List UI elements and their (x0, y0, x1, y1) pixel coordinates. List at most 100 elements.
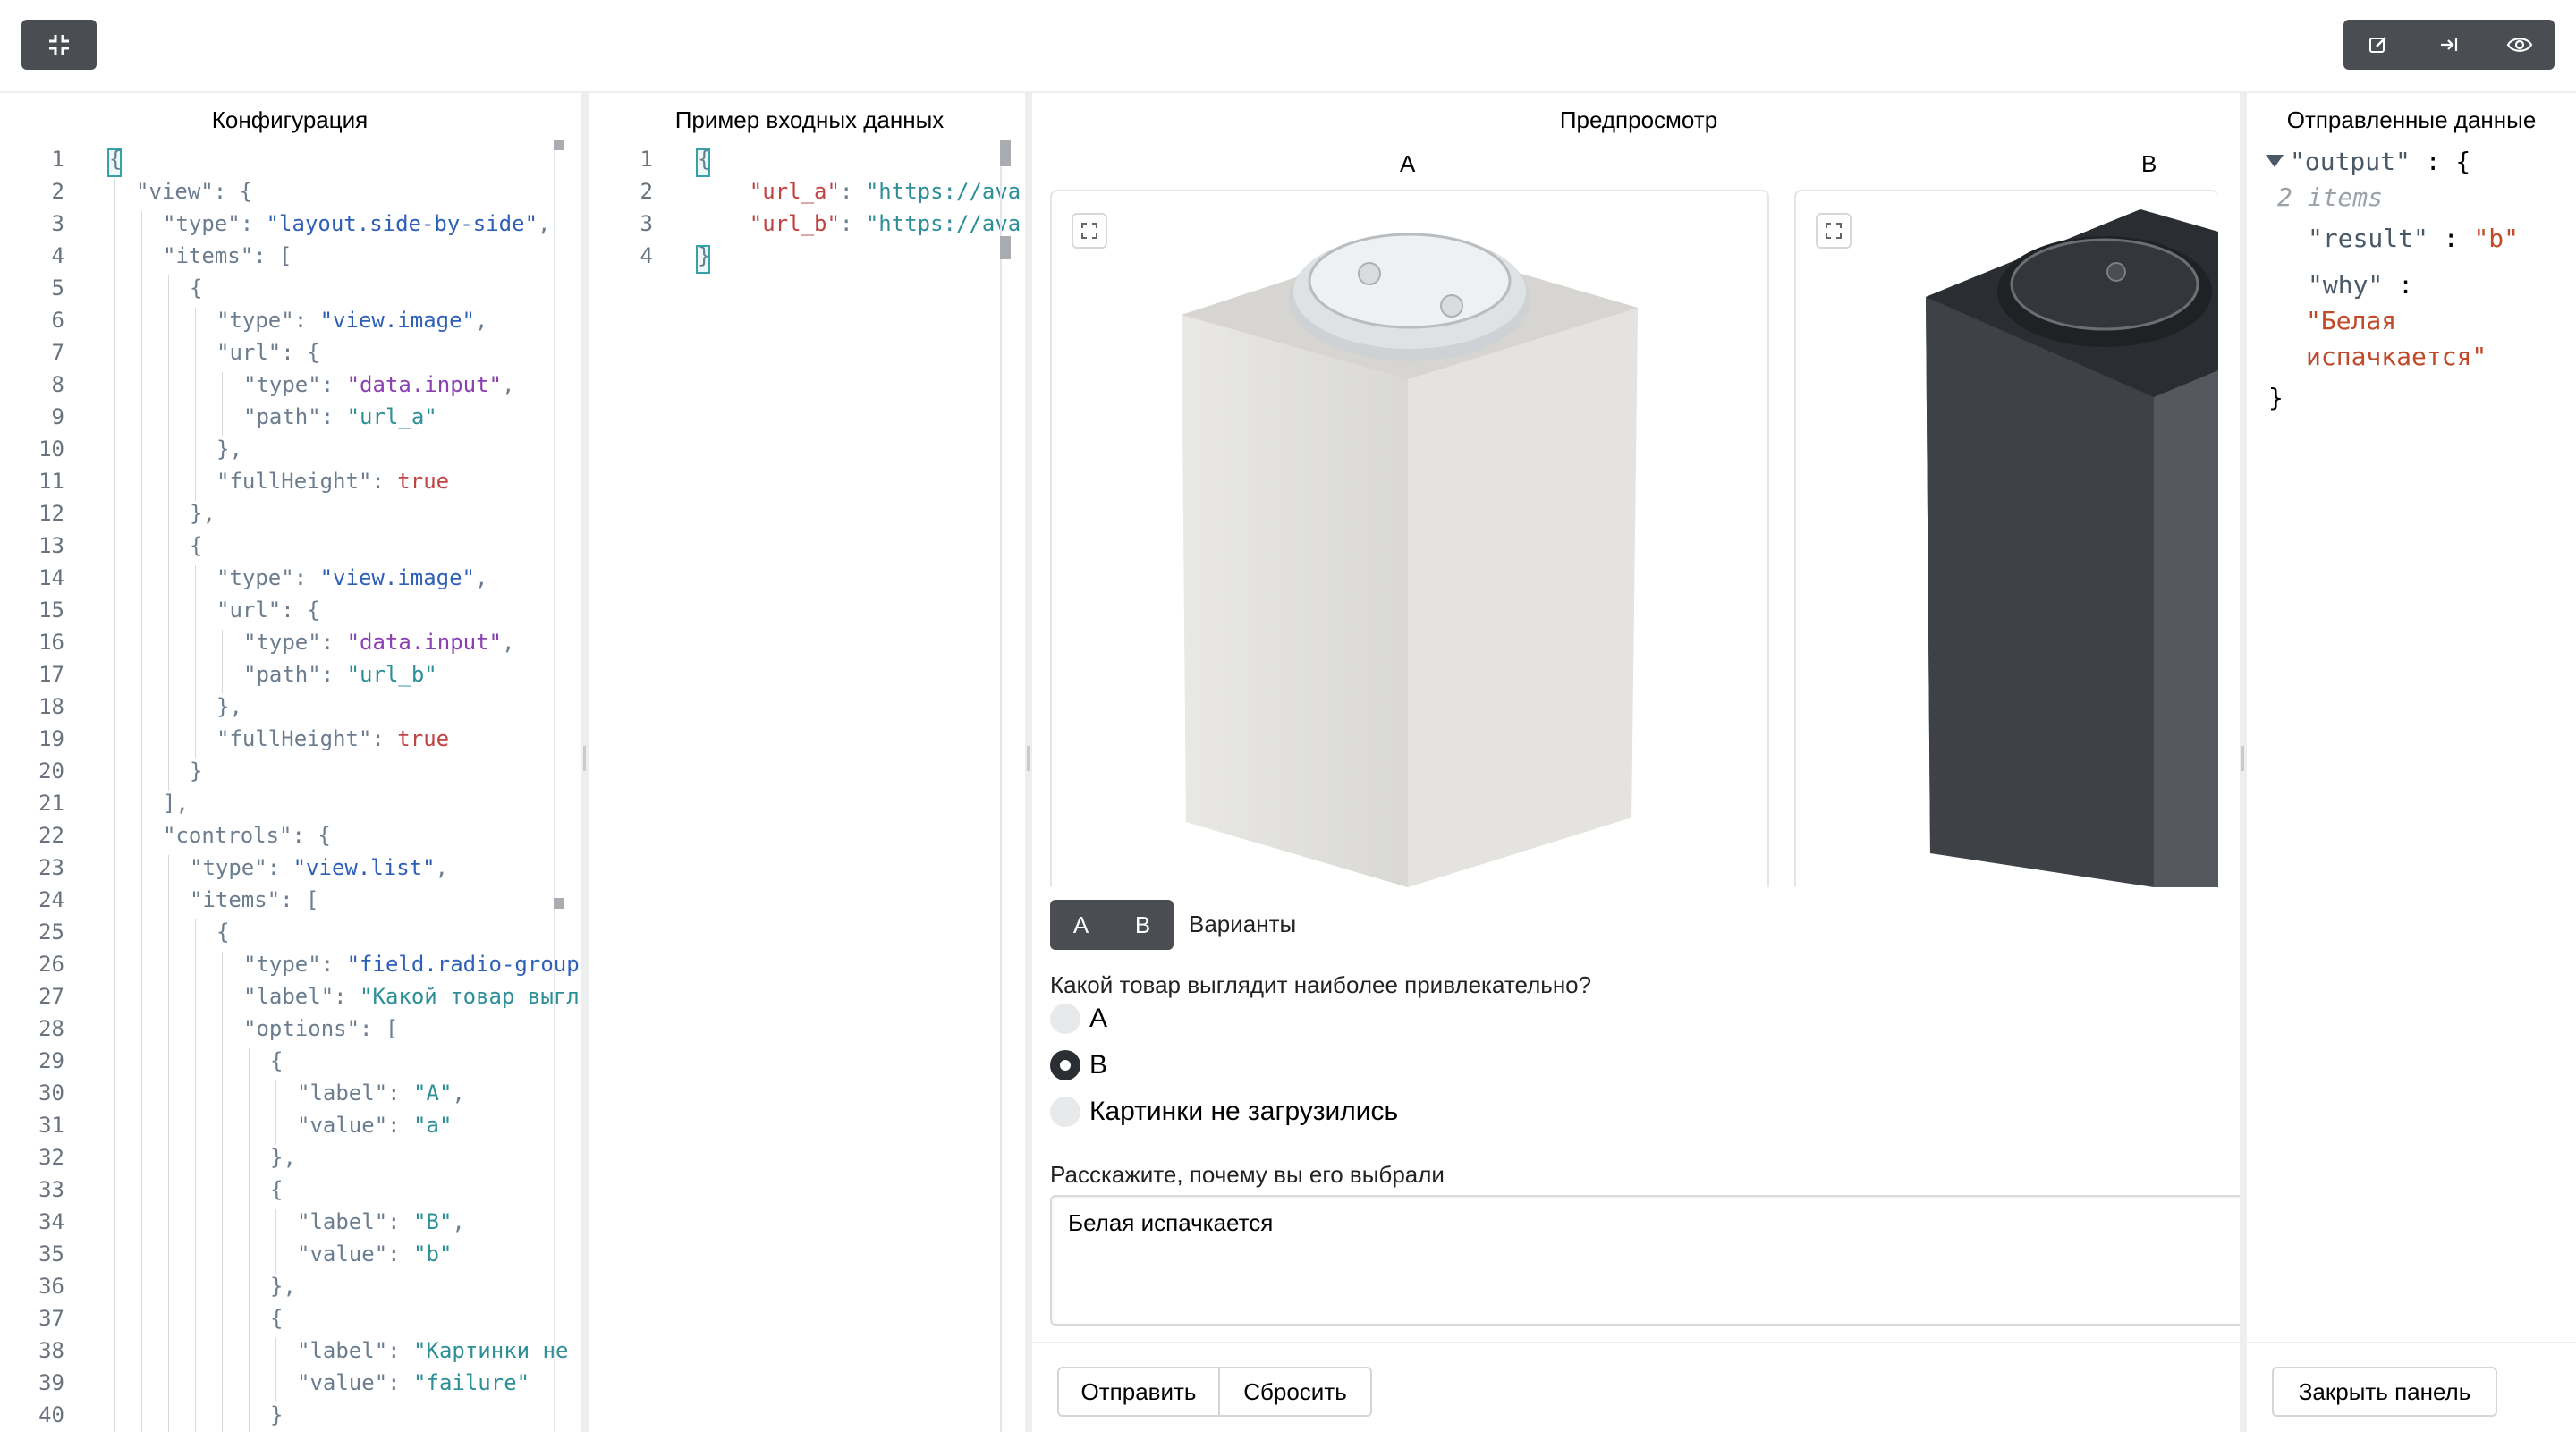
indent-guide (114, 952, 115, 984)
indent-guide (168, 887, 169, 919)
panel-resizer[interactable] (1025, 93, 1032, 1432)
indent-guide (141, 501, 142, 533)
indent-guide (222, 1274, 223, 1306)
radio-button[interactable] (1050, 1097, 1080, 1127)
input-editor[interactable]: 1{2 "url_a": "https://ava 3 "url_b": "htt… (589, 140, 1021, 1432)
line-number: 9 (51, 404, 64, 429)
indent-guide (114, 211, 115, 243)
panel-resizer[interactable] (581, 93, 589, 1432)
indent-guide (168, 662, 169, 694)
indent-guide (222, 372, 223, 404)
indent-guide (114, 1177, 115, 1209)
indent-guide (168, 1113, 169, 1145)
indent-guide (114, 919, 115, 952)
output-panel-title: Отправленные данные (2286, 106, 2537, 133)
line-number: 33 (38, 1177, 64, 1202)
radio-label: Картинки не загрузились (1089, 1097, 1399, 1126)
code-line: "type": "data.input", (243, 630, 515, 655)
indent-guide (141, 404, 142, 436)
code-line: { (216, 919, 230, 945)
reset-button[interactable]: Сбросить (1218, 1367, 1372, 1417)
indent-guide (141, 791, 142, 823)
code-line: { (190, 533, 203, 558)
radio-option-a[interactable]: A (1050, 1004, 1107, 1034)
output-result-value: "b" (2473, 224, 2520, 253)
indent-guide (114, 823, 115, 855)
expand-toggle-icon[interactable] (2265, 154, 2284, 168)
indent-guide (141, 758, 142, 791)
panel-resizer[interactable] (2240, 93, 2247, 1432)
indent-guide (249, 1209, 250, 1241)
radio-button-checked[interactable] (1050, 1050, 1080, 1080)
indent-guide (168, 630, 169, 662)
indent-guide (141, 1145, 142, 1177)
indent-guide (249, 1402, 250, 1432)
code-line: { (270, 1177, 284, 1202)
indent-guide (114, 1370, 115, 1402)
indent-guide (249, 1306, 250, 1338)
variant-a-button[interactable]: A (1050, 900, 1112, 950)
fullscreen-button-b[interactable] (1816, 213, 1852, 249)
image-a-label: A (1400, 150, 1416, 177)
indent-guide (114, 791, 115, 823)
indent-guide (141, 533, 142, 565)
fullscreen-icon (1826, 223, 1842, 239)
indent-guide (114, 1338, 115, 1370)
indent-guide (195, 1016, 196, 1048)
indent-guide (114, 694, 115, 726)
radio-option-b[interactable]: B (1050, 1050, 1107, 1080)
why-textarea[interactable]: Белая испачкается (1050, 1195, 2392, 1326)
config-panel-title: Конфигурация (211, 106, 369, 133)
view-mode-toolbar (2343, 20, 2555, 70)
indent-guide (222, 404, 223, 436)
line-number: 5 (51, 275, 64, 301)
config-editor[interactable]: 1 {2 "view": {3 "type": "layout.side-by-sid… (0, 140, 580, 1432)
indent-guide (114, 1016, 115, 1048)
indent-guide (141, 565, 142, 597)
why-label: Расскажите, почему вы его выбрали (1050, 1161, 1445, 1188)
indent-guide (141, 726, 142, 758)
indent-guide (195, 1338, 196, 1370)
output-root-line: "output" : { (2290, 147, 2471, 176)
code-line: "options": [ (243, 1016, 399, 1041)
indent-guide (195, 372, 196, 404)
indent-guide (222, 1306, 223, 1338)
line-number: 20 (38, 758, 64, 784)
code-line: "url": { (216, 340, 320, 365)
edit-button[interactable] (2343, 20, 2414, 70)
radio-option-failure[interactable]: Картинки не загрузились (1050, 1097, 1398, 1127)
indent-guide (249, 1080, 250, 1113)
indent-guide (168, 1177, 169, 1209)
fullscreen-button-a[interactable] (1072, 213, 1107, 249)
indent-guide (114, 1145, 115, 1177)
line-number: 11 (38, 469, 64, 494)
variant-b-button[interactable]: B (1112, 900, 1174, 950)
indent-guide (114, 308, 115, 340)
code-line: { (190, 275, 203, 301)
indent-guide (195, 308, 196, 340)
code-line: "value": "a" (297, 1113, 453, 1138)
edit-icon (2369, 37, 2387, 53)
variants-caption: Варианты (1189, 911, 1297, 937)
code-line: } (190, 758, 203, 784)
indent-guide (168, 436, 169, 469)
line-number: 3 (51, 211, 64, 236)
close-panel-button[interactable]: Закрыть панель (2272, 1367, 2497, 1417)
collapse-button[interactable] (21, 20, 97, 70)
code-line: ], (163, 791, 189, 816)
collapse-right-button[interactable] (2414, 20, 2485, 70)
output-why-value-1: "Белая (2306, 306, 2397, 335)
indent-guide (141, 1016, 142, 1048)
indent-guide (141, 887, 142, 919)
indent-guide (141, 597, 142, 630)
indent-guide (168, 501, 169, 533)
radio-button[interactable] (1050, 1004, 1080, 1034)
indent-guide (222, 1016, 223, 1048)
indent-guide (168, 565, 169, 597)
code-line: "items": [ (190, 887, 319, 912)
line-number: 12 (38, 501, 64, 526)
line-number: 21 (38, 791, 64, 816)
submit-button[interactable]: Отправить (1057, 1367, 1220, 1417)
preview-button[interactable] (2484, 20, 2555, 70)
config-panel: Конфигурация 1 {2 "view": {3 "type": "layou… (0, 93, 580, 1432)
